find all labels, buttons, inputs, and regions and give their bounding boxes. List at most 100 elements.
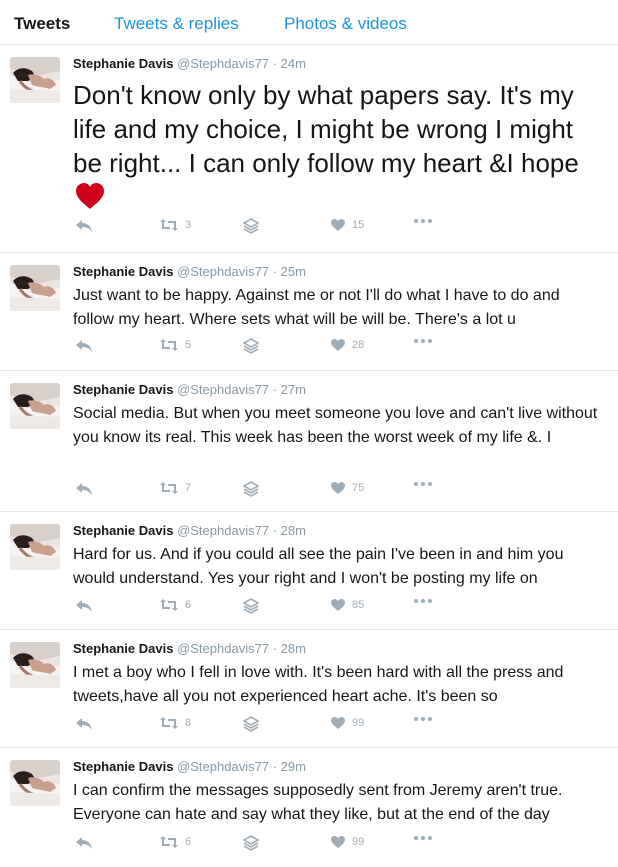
stack-button[interactable]	[243, 338, 259, 354]
tweet-actions: 6 85	[73, 598, 593, 618]
reply-icon	[76, 220, 92, 232]
user-handle[interactable]: @Stephdavis77	[177, 523, 269, 538]
stack-button[interactable]	[243, 835, 259, 851]
user-name[interactable]: Stephanie Davis	[73, 759, 173, 774]
tweet[interactable]: Stephanie Davis @Stephdavis77 · 28m Hard…	[0, 512, 618, 630]
more-button[interactable]	[413, 716, 433, 722]
tweet-header: Stephanie Davis @Stephdavis77 · 28m	[73, 641, 306, 657]
tweet-actions: 6 99	[73, 835, 593, 855]
tweet-actions: 5 28	[73, 338, 593, 358]
retweet-button[interactable]: 7	[159, 481, 191, 495]
timestamp[interactable]: 24m	[281, 56, 306, 71]
tab-photos-and-videos[interactable]: Photos & videos	[284, 14, 407, 34]
like-count: 99	[352, 717, 365, 729]
like-button[interactable]: 28	[330, 338, 364, 352]
tweet-text: Social media. But when you meet someone …	[73, 405, 598, 446]
like-count: 75	[352, 482, 365, 494]
stack-icon	[243, 218, 259, 234]
tweet[interactable]: Stephanie Davis @Stephdavis77 · 24m Don'…	[0, 45, 618, 253]
more-button[interactable]	[413, 338, 433, 344]
retweet-icon	[160, 339, 178, 351]
user-name[interactable]: Stephanie Davis	[73, 264, 173, 279]
reply-button[interactable]	[75, 716, 93, 732]
tweet-text: Hard for us. And if you could all see th…	[73, 546, 564, 587]
user-name[interactable]: Stephanie Davis	[73, 523, 173, 538]
user-name[interactable]: Stephanie Davis	[73, 382, 173, 397]
like-icon	[331, 717, 345, 729]
more-icon	[414, 717, 432, 721]
user-handle[interactable]: @Stephdavis77	[177, 56, 269, 71]
avatar[interactable]	[10, 642, 60, 688]
like-icon	[331, 599, 345, 611]
timestamp[interactable]: 29m	[281, 759, 306, 774]
like-count: 85	[352, 599, 365, 611]
timestamp[interactable]: 28m	[281, 641, 306, 656]
tweet-text: I met a boy who I fell in love with. It'…	[73, 664, 564, 705]
separator-dot: ·	[272, 56, 278, 71]
stack-button[interactable]	[243, 598, 259, 614]
retweet-count: 3	[185, 219, 192, 231]
avatar[interactable]	[10, 760, 60, 806]
timestamp[interactable]: 28m	[281, 523, 306, 538]
tweet-text: Don't know only by what papers say. It's…	[73, 78, 600, 214]
reply-button[interactable]	[75, 481, 93, 497]
more-button[interactable]	[413, 598, 433, 604]
retweet-button[interactable]: 5	[159, 338, 191, 352]
user-handle[interactable]: @Stephdavis77	[177, 641, 269, 656]
user-handle[interactable]: @Stephdavis77	[177, 759, 269, 774]
stack-button[interactable]	[243, 218, 259, 234]
tweet-actions: 8 99	[73, 716, 593, 736]
avatar[interactable]	[10, 265, 60, 311]
like-button[interactable]: 99	[330, 835, 364, 849]
like-button[interactable]: 75	[330, 481, 364, 495]
retweet-button[interactable]: 8	[159, 716, 191, 730]
tweet-text: I can confirm the messages supposedly se…	[73, 782, 563, 823]
separator-dot: ·	[272, 641, 278, 656]
tweet[interactable]: Stephanie Davis @Stephdavis77 · 29m I ca…	[0, 748, 618, 867]
more-icon	[414, 836, 432, 840]
tweet[interactable]: Stephanie Davis @Stephdavis77 · 27m Soci…	[0, 371, 618, 512]
retweet-count: 6	[185, 599, 192, 611]
tab-tweets[interactable]: Tweets	[14, 14, 70, 34]
tweet-header: Stephanie Davis @Stephdavis77 · 29m	[73, 759, 306, 775]
tweet[interactable]: Stephanie Davis @Stephdavis77 · 25m Just…	[0, 253, 618, 371]
stack-button[interactable]	[243, 716, 259, 732]
avatar[interactable]	[10, 524, 60, 570]
reply-icon	[76, 718, 92, 730]
reply-icon	[76, 837, 92, 849]
tweet[interactable]: Stephanie Davis @Stephdavis77 · 28m I me…	[0, 630, 618, 748]
retweet-count: 7	[185, 482, 192, 494]
avatar[interactable]	[10, 383, 60, 429]
like-button[interactable]: 15	[330, 218, 364, 232]
reply-icon	[76, 483, 92, 495]
reply-button[interactable]	[75, 218, 93, 234]
retweet-button[interactable]: 3	[159, 218, 191, 232]
stack-button[interactable]	[243, 481, 259, 497]
retweet-button[interactable]: 6	[159, 835, 191, 849]
more-button[interactable]	[413, 481, 433, 487]
user-handle[interactable]: @Stephdavis77	[177, 382, 269, 397]
tweet-header: Stephanie Davis @Stephdavis77 · 28m	[73, 523, 306, 539]
heart-emoji	[76, 183, 104, 209]
tab-tweets-and-replies[interactable]: Tweets & replies	[114, 14, 239, 34]
more-button[interactable]	[413, 218, 433, 224]
more-button[interactable]	[413, 835, 433, 841]
timestamp[interactable]: 25m	[281, 264, 306, 279]
reply-button[interactable]	[75, 835, 93, 851]
retweet-count: 5	[185, 339, 192, 351]
like-button[interactable]: 99	[330, 716, 364, 730]
user-name[interactable]: Stephanie Davis	[73, 56, 173, 71]
reply-icon	[76, 340, 92, 352]
retweet-button[interactable]: 6	[159, 598, 191, 612]
retweet-icon	[160, 482, 178, 494]
user-name[interactable]: Stephanie Davis	[73, 641, 173, 656]
tweet-header: Stephanie Davis @Stephdavis77 · 27m	[73, 382, 306, 398]
timestamp[interactable]: 27m	[281, 382, 306, 397]
avatar[interactable]	[10, 57, 60, 103]
like-button[interactable]: 85	[330, 598, 364, 612]
user-handle[interactable]: @Stephdavis77	[177, 264, 269, 279]
reply-button[interactable]	[75, 598, 93, 614]
retweet-icon	[160, 599, 178, 611]
reply-button[interactable]	[75, 338, 93, 354]
tweet-header: Stephanie Davis @Stephdavis77 · 25m	[73, 264, 306, 280]
